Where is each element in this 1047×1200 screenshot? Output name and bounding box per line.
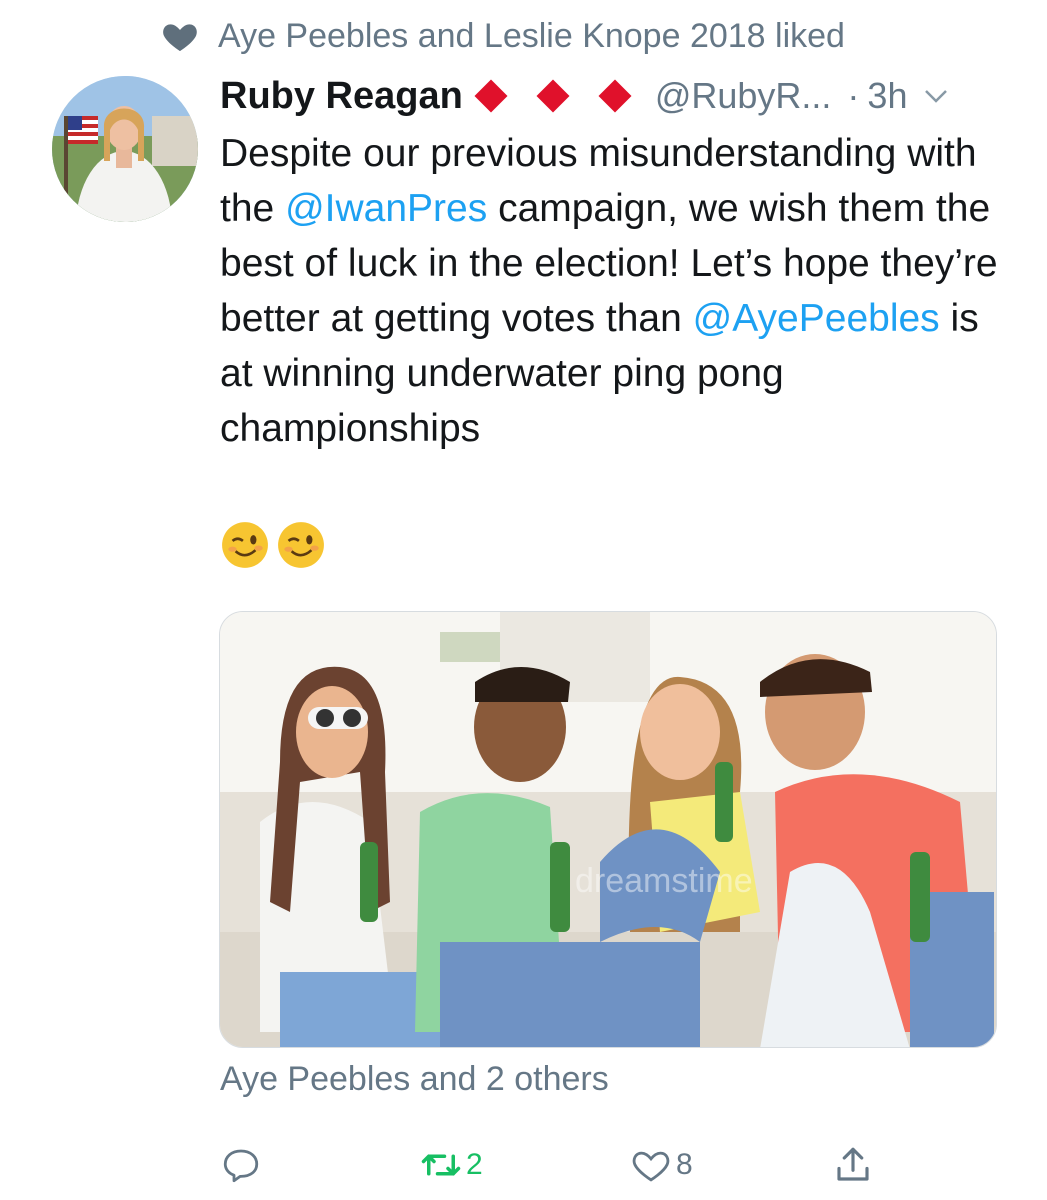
heart-outline-icon: [632, 1151, 670, 1182]
emoji-row: [220, 520, 326, 570]
share-button[interactable]: [832, 1140, 878, 1190]
name-badges: [467, 78, 633, 114]
like-count: 8: [676, 1148, 693, 1181]
retweet-count: 2: [466, 1148, 483, 1181]
avatar[interactable]: [52, 76, 198, 222]
like-button[interactable]: 8: [630, 1140, 693, 1190]
timestamp[interactable]: 3h: [867, 75, 907, 117]
heart-icon: [163, 24, 197, 51]
likers-summary[interactable]: Aye Peebles and 2 others: [220, 1060, 609, 1099]
tweet-actions: 2 8: [220, 1140, 1000, 1190]
red-diamond-emoji: [474, 79, 508, 113]
tweet-media-photo[interactable]: dreamstime: [219, 611, 997, 1048]
social-context[interactable]: Aye Peebles and Leslie Knope 2018 liked: [160, 12, 845, 60]
separator-dot: ·: [847, 75, 860, 116]
tweet-text: Despite our previous misunderstanding wi…: [220, 126, 1020, 456]
red-diamond-emoji: [536, 79, 570, 113]
winking-face-emoji: [278, 522, 324, 568]
photo-watermark: dreamstime: [575, 862, 753, 900]
avatar-photo: [52, 76, 198, 222]
retweet-button[interactable]: 2: [420, 1140, 483, 1190]
retweet-icon: [421, 1154, 461, 1176]
reply-icon: [223, 1149, 259, 1183]
user-handle[interactable]: @RubyR...: [655, 75, 832, 117]
winking-face-emoji: [222, 522, 268, 568]
display-name[interactable]: Ruby Reagan: [220, 75, 463, 118]
share-icon: [837, 1147, 869, 1181]
tweet-header: Ruby Reagan @RubyR... · 3h: [220, 66, 951, 126]
chevron-down-icon[interactable]: [921, 81, 951, 111]
reply-button[interactable]: [220, 1140, 266, 1190]
social-context-text: Aye Peebles and Leslie Knope 2018 liked: [218, 16, 845, 55]
photo-illustration: dreamstime: [220, 612, 996, 1047]
red-diamond-emoji: [598, 79, 632, 113]
mention-link[interactable]: @AyePeebles: [693, 297, 940, 340]
mention-link[interactable]: @IwanPres: [285, 187, 487, 230]
